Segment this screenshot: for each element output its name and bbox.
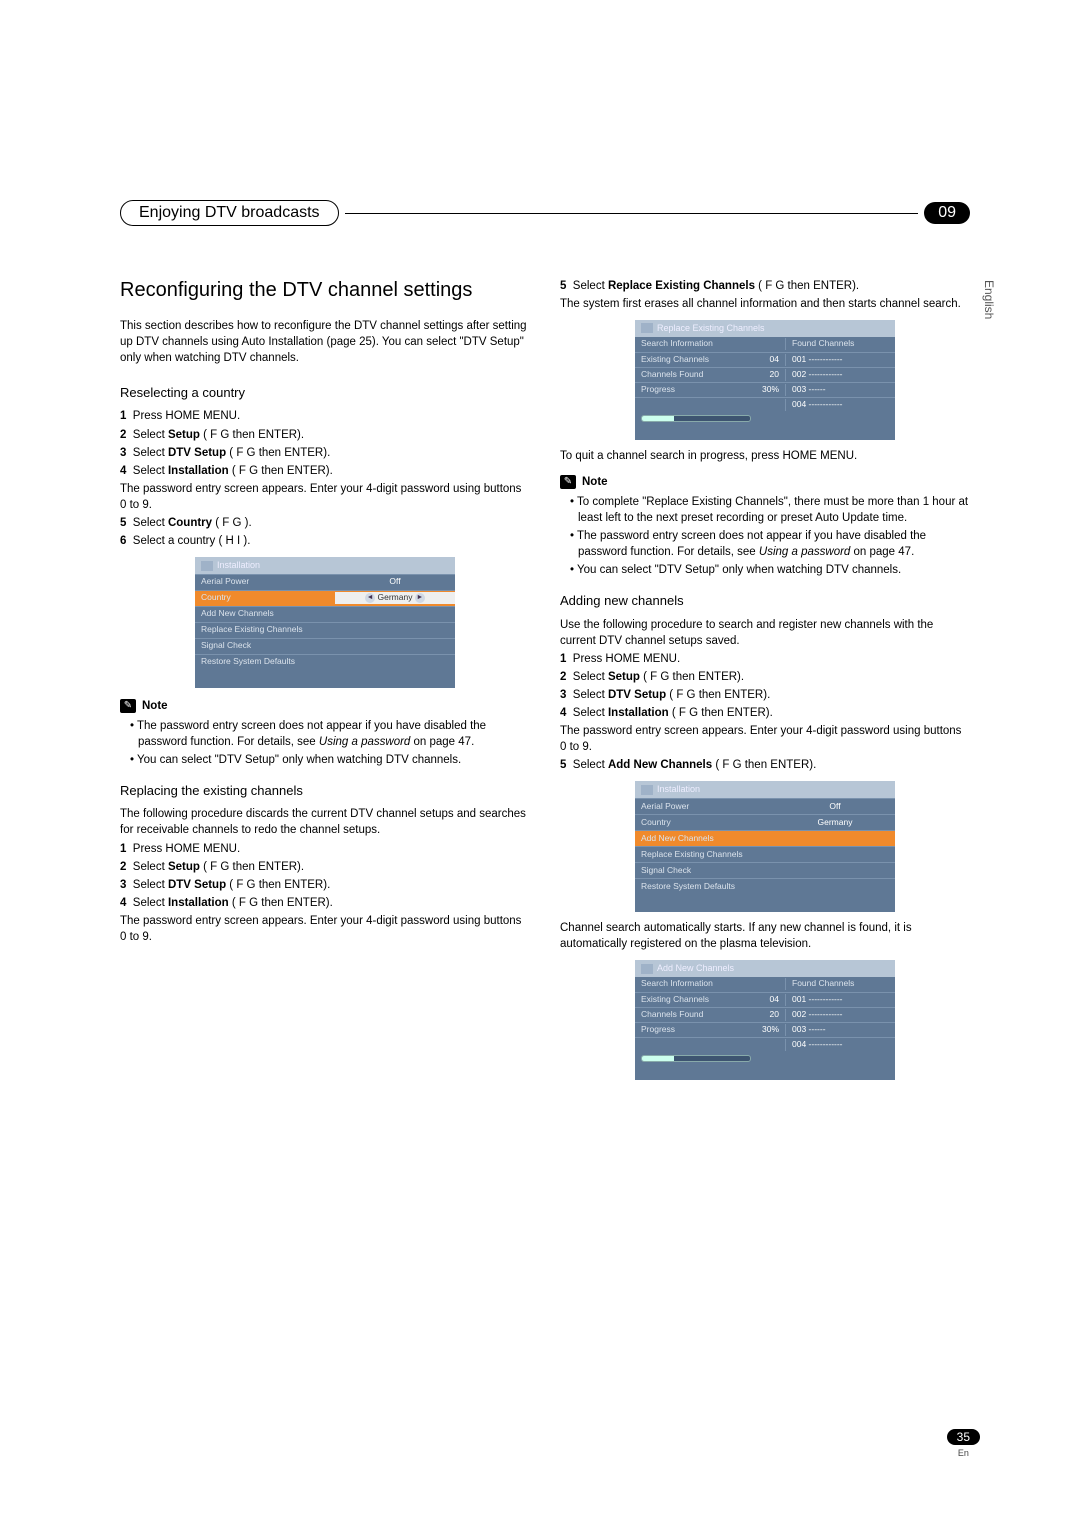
step: 4 Select Installation ( F G then ENTER). <box>120 895 530 911</box>
step: 1 Press HOME MENU. <box>560 651 970 667</box>
chapter-title: Enjoying DTV broadcasts <box>120 200 339 226</box>
note-icon: ✎ <box>120 699 136 713</box>
tv-icon <box>641 323 653 333</box>
page-footer: 35 En <box>947 1428 980 1458</box>
progress-bar <box>642 1056 674 1061</box>
body-text: The password entry screen appears. Enter… <box>560 723 970 755</box>
note-heading: ✎ Note <box>560 474 970 490</box>
note-bullet: • The password entry screen does not app… <box>130 718 530 750</box>
step: 3 Select DTV Setup ( F G then ENTER). <box>120 445 530 461</box>
subsection-heading: Reselecting a country <box>120 384 530 402</box>
right-arrow-icon: ► <box>415 593 425 603</box>
section-heading: Reconfiguring the DTV channel settings <box>120 276 530 304</box>
body-text: To quit a channel search in progress, pr… <box>560 448 970 464</box>
step: 1 Press HOME MENU. <box>120 408 530 424</box>
right-column: 5 Select Replace Existing Channels ( F G… <box>560 276 970 1088</box>
left-arrow-icon: ◄ <box>365 593 375 603</box>
step: 2 Select Setup ( F G then ENTER). <box>120 427 530 443</box>
installation-menu: Installation Aerial PowerOff Country ◄ G… <box>195 557 455 688</box>
step: 4 Select Installation ( F G then ENTER). <box>120 463 530 479</box>
step: 2 Select Setup ( F G then ENTER). <box>560 669 970 685</box>
note-icon: ✎ <box>560 475 576 489</box>
body-text: Use the following procedure to search an… <box>560 617 970 649</box>
intro-text: This section describes how to reconfigur… <box>120 318 530 366</box>
language-tab: English <box>982 280 996 319</box>
channel-search-panel: Replace Existing Channels Search Informa… <box>635 320 895 440</box>
tv-icon <box>641 964 653 974</box>
page-lang: En <box>947 1448 980 1458</box>
subsection-heading: Adding new channels <box>560 592 970 610</box>
step: 3 Select DTV Setup ( F G then ENTER). <box>560 687 970 703</box>
chapter-bar: Enjoying DTV broadcasts 09 <box>120 200 970 226</box>
progress-bar <box>642 416 674 421</box>
step: 1 Press HOME MENU. <box>120 841 530 857</box>
page-number: 35 <box>947 1429 980 1445</box>
note-bullet: • You can select "DTV Setup" only when w… <box>130 752 530 768</box>
body-text: The system first erases all channel info… <box>560 296 970 312</box>
note-bullet: • You can select "DTV Setup" only when w… <box>570 562 970 578</box>
installation-menu: Installation Aerial PowerOff CountryGerm… <box>635 781 895 912</box>
step: 4 Select Installation ( F G then ENTER). <box>560 705 970 721</box>
tv-icon <box>201 561 213 571</box>
left-column: Reconfiguring the DTV channel settings T… <box>120 276 530 1088</box>
note-heading: ✎ Note <box>120 698 530 714</box>
body-text: The password entry screen appears. Enter… <box>120 913 530 945</box>
note-bullet: • The password entry screen does not app… <box>570 528 970 560</box>
chapter-line <box>345 213 919 214</box>
step: 2 Select Setup ( F G then ENTER). <box>120 859 530 875</box>
note-bullet: • To complete "Replace Existing Channels… <box>570 494 970 526</box>
channel-search-panel: Add New Channels Search InformationFound… <box>635 960 895 1080</box>
tv-icon <box>641 785 653 795</box>
body-text: The password entry screen appears. Enter… <box>120 481 530 513</box>
body-text: Channel search automatically starts. If … <box>560 920 970 952</box>
step: 3 Select DTV Setup ( F G then ENTER). <box>120 877 530 893</box>
subsection-heading: Replacing the existing channels <box>120 782 530 800</box>
chapter-number: 09 <box>924 202 970 224</box>
body-text: The following procedure discards the cur… <box>120 806 530 838</box>
step: 5 Select Replace Existing Channels ( F G… <box>560 278 970 294</box>
step: 6 Select a country ( H I ). <box>120 533 530 549</box>
step: 5 Select Add New Channels ( F G then ENT… <box>560 757 970 773</box>
step: 5 Select Country ( F G ). <box>120 515 530 531</box>
